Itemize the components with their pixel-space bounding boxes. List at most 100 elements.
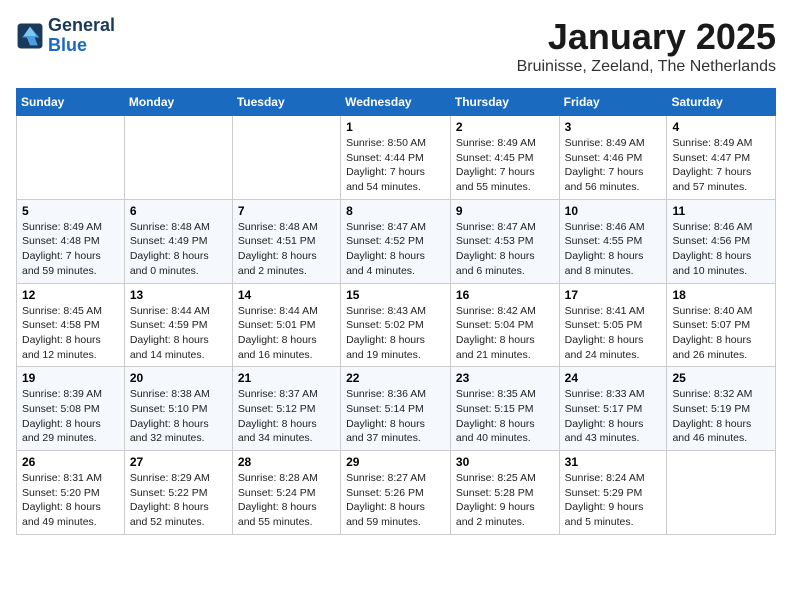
calendar-cell: 15 Sunrise: 8:43 AMSunset: 5:02 PMDayligh… — [341, 283, 451, 367]
day-number: 27 — [130, 455, 227, 469]
day-number: 25 — [672, 371, 770, 385]
calendar-cell: 21 Sunrise: 8:37 AMSunset: 5:12 PMDayligh… — [232, 367, 340, 451]
day-number: 22 — [346, 371, 445, 385]
day-number: 4 — [672, 120, 770, 134]
calendar-cell: 24 Sunrise: 8:33 AMSunset: 5:17 PMDayligh… — [559, 367, 667, 451]
day-number: 20 — [130, 371, 227, 385]
day-info: Sunrise: 8:32 AMSunset: 5:19 PMDaylight:… — [672, 387, 770, 446]
calendar-cell — [232, 116, 340, 200]
calendar-cell: 30 Sunrise: 8:25 AMSunset: 5:28 PMDayligh… — [450, 451, 559, 535]
weekday-thursday: Thursday — [450, 89, 559, 116]
calendar-cell: 26 Sunrise: 8:31 AMSunset: 5:20 PMDayligh… — [17, 451, 125, 535]
day-info: Sunrise: 8:49 AMSunset: 4:47 PMDaylight:… — [672, 136, 770, 195]
day-info: Sunrise: 8:44 AMSunset: 4:59 PMDaylight:… — [130, 304, 227, 363]
day-info: Sunrise: 8:41 AMSunset: 5:05 PMDaylight:… — [565, 304, 662, 363]
day-info: Sunrise: 8:38 AMSunset: 5:10 PMDaylight:… — [130, 387, 227, 446]
day-number: 31 — [565, 455, 662, 469]
day-number: 10 — [565, 204, 662, 218]
calendar-cell: 17Sunrise: 8:41 AMSunset: 5:05 PMDayligh… — [559, 283, 667, 367]
day-number: 9 — [456, 204, 554, 218]
day-info: Sunrise: 8:46 AMSunset: 4:55 PMDaylight:… — [565, 220, 662, 279]
calendar-cell: 11 Sunrise: 8:46 AMSunset: 4:56 PMDayligh… — [667, 199, 776, 283]
calendar-cell: 12 Sunrise: 8:45 AMSunset: 4:58 PMDayligh… — [17, 283, 125, 367]
day-number: 11 — [672, 204, 770, 218]
day-info: Sunrise: 8:31 AMSunset: 5:20 PMDaylight:… — [22, 471, 119, 530]
calendar-cell: 3Sunrise: 8:49 AMSunset: 4:46 PMDaylight… — [559, 116, 667, 200]
calendar-cell: 14 Sunrise: 8:44 AMSunset: 5:01 PMDayligh… — [232, 283, 340, 367]
calendar-cell: 1Sunrise: 8:50 AMSunset: 4:44 PMDaylight… — [341, 116, 451, 200]
day-number: 18 — [672, 288, 770, 302]
day-info: Sunrise: 8:33 AMSunset: 5:17 PMDaylight:… — [565, 387, 662, 446]
day-info: Sunrise: 8:39 AMSunset: 5:08 PMDaylight:… — [22, 387, 119, 446]
calendar-cell — [124, 116, 232, 200]
calendar-body: 1Sunrise: 8:50 AMSunset: 4:44 PMDaylight… — [17, 116, 776, 535]
day-number: 8 — [346, 204, 445, 218]
weekday-friday: Friday — [559, 89, 667, 116]
calendar: SundayMondayTuesdayWednesdayThursdayFrid… — [16, 88, 776, 535]
day-number: 5 — [22, 204, 119, 218]
day-number: 30 — [456, 455, 554, 469]
calendar-cell: 8Sunrise: 8:47 AMSunset: 4:52 PMDaylight… — [341, 199, 451, 283]
day-number: 26 — [22, 455, 119, 469]
header: General Blue January 2025 Bruinisse, Zee… — [16, 16, 776, 76]
day-info: Sunrise: 8:25 AMSunset: 5:28 PMDaylight:… — [456, 471, 554, 530]
day-info: Sunrise: 8:49 AMSunset: 4:48 PMDaylight:… — [22, 220, 119, 279]
weekday-tuesday: Tuesday — [232, 89, 340, 116]
weekday-header: SundayMondayTuesdayWednesdayThursdayFrid… — [17, 89, 776, 116]
day-info: Sunrise: 8:47 AMSunset: 4:53 PMDaylight:… — [456, 220, 554, 279]
day-info: Sunrise: 8:43 AMSunset: 5:02 PMDaylight:… — [346, 304, 445, 363]
day-number: 15 — [346, 288, 445, 302]
day-info: Sunrise: 8:27 AMSunset: 5:26 PMDaylight:… — [346, 471, 445, 530]
calendar-cell: 31 Sunrise: 8:24 AMSunset: 5:29 PMDayligh… — [559, 451, 667, 535]
day-number: 12 — [22, 288, 119, 302]
logo: General Blue — [16, 16, 115, 56]
calendar-cell: 9 Sunrise: 8:47 AMSunset: 4:53 PMDaylight… — [450, 199, 559, 283]
calendar-cell: 25 Sunrise: 8:32 AMSunset: 5:19 PMDayligh… — [667, 367, 776, 451]
calendar-cell: 13 Sunrise: 8:44 AMSunset: 4:59 PMDayligh… — [124, 283, 232, 367]
day-info: Sunrise: 8:35 AMSunset: 5:15 PMDaylight:… — [456, 387, 554, 446]
day-number: 14 — [238, 288, 335, 302]
month-title: January 2025 — [517, 16, 776, 58]
day-info: Sunrise: 8:36 AMSunset: 5:14 PMDaylight:… — [346, 387, 445, 446]
calendar-cell: 28 Sunrise: 8:28 AMSunset: 5:24 PMDayligh… — [232, 451, 340, 535]
day-info: Sunrise: 8:40 AMSunset: 5:07 PMDaylight:… — [672, 304, 770, 363]
day-info: Sunrise: 8:48 AMSunset: 4:51 PMDaylight:… — [238, 220, 335, 279]
calendar-cell: 2Sunrise: 8:49 AMSunset: 4:45 PMDaylight… — [450, 116, 559, 200]
day-info: Sunrise: 8:46 AMSunset: 4:56 PMDaylight:… — [672, 220, 770, 279]
day-number: 29 — [346, 455, 445, 469]
calendar-week-3: 12 Sunrise: 8:45 AMSunset: 4:58 PMDayligh… — [17, 283, 776, 367]
weekday-sunday: Sunday — [17, 89, 125, 116]
day-number: 23 — [456, 371, 554, 385]
weekday-saturday: Saturday — [667, 89, 776, 116]
calendar-cell: 6Sunrise: 8:48 AMSunset: 4:49 PMDaylight… — [124, 199, 232, 283]
calendar-cell: 4 Sunrise: 8:49 AMSunset: 4:47 PMDaylight… — [667, 116, 776, 200]
weekday-wednesday: Wednesday — [341, 89, 451, 116]
day-info: Sunrise: 8:28 AMSunset: 5:24 PMDaylight:… — [238, 471, 335, 530]
calendar-cell: 20 Sunrise: 8:38 AMSunset: 5:10 PMDayligh… — [124, 367, 232, 451]
day-number: 13 — [130, 288, 227, 302]
day-info: Sunrise: 8:50 AMSunset: 4:44 PMDaylight:… — [346, 136, 445, 195]
day-number: 28 — [238, 455, 335, 469]
calendar-cell: 23 Sunrise: 8:35 AMSunset: 5:15 PMDayligh… — [450, 367, 559, 451]
day-info: Sunrise: 8:45 AMSunset: 4:58 PMDaylight:… — [22, 304, 119, 363]
day-number: 21 — [238, 371, 335, 385]
day-number: 16 — [456, 288, 554, 302]
day-number: 6 — [130, 204, 227, 218]
title-area: January 2025 Bruinisse, Zeeland, The Net… — [517, 16, 776, 76]
calendar-week-2: 5 Sunrise: 8:49 AMSunset: 4:48 PMDaylight… — [17, 199, 776, 283]
calendar-week-1: 1Sunrise: 8:50 AMSunset: 4:44 PMDaylight… — [17, 116, 776, 200]
day-info: Sunrise: 8:42 AMSunset: 5:04 PMDaylight:… — [456, 304, 554, 363]
weekday-monday: Monday — [124, 89, 232, 116]
day-info: Sunrise: 8:44 AMSunset: 5:01 PMDaylight:… — [238, 304, 335, 363]
day-info: Sunrise: 8:49 AMSunset: 4:46 PMDaylight:… — [565, 136, 662, 195]
day-number: 19 — [22, 371, 119, 385]
day-number: 7 — [238, 204, 335, 218]
calendar-cell: 10 Sunrise: 8:46 AMSunset: 4:55 PMDayligh… — [559, 199, 667, 283]
calendar-week-5: 26 Sunrise: 8:31 AMSunset: 5:20 PMDayligh… — [17, 451, 776, 535]
day-number: 24 — [565, 371, 662, 385]
day-info: Sunrise: 8:24 AMSunset: 5:29 PMDaylight:… — [565, 471, 662, 530]
calendar-week-4: 19 Sunrise: 8:39 AMSunset: 5:08 PMDayligh… — [17, 367, 776, 451]
day-info: Sunrise: 8:37 AMSunset: 5:12 PMDaylight:… — [238, 387, 335, 446]
calendar-cell — [17, 116, 125, 200]
calendar-cell: 22 Sunrise: 8:36 AMSunset: 5:14 PMDayligh… — [341, 367, 451, 451]
